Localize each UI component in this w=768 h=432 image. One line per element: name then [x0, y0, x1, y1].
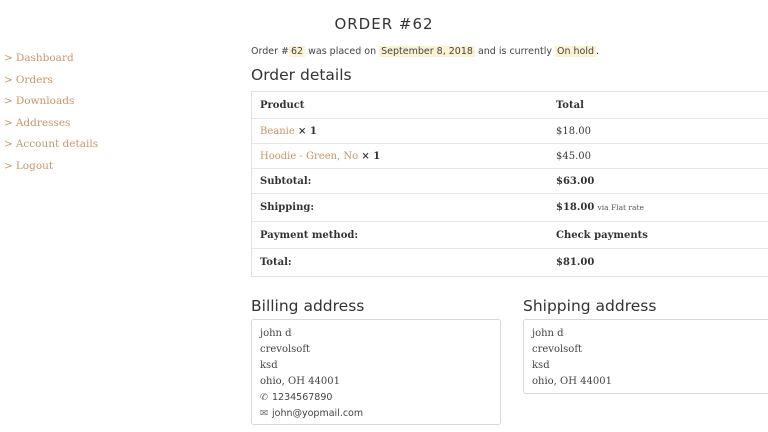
product-quantity: × 1 — [361, 150, 381, 162]
email-icon: ✉ — [260, 408, 268, 419]
payment-method-label: Payment method: — [260, 229, 359, 241]
product-quantity: × 1 — [297, 125, 317, 137]
address-line: crevolsoft — [260, 344, 311, 355]
order-status: On hold — [555, 46, 597, 57]
nav-item-addresses[interactable]: > Addresses — [4, 113, 98, 135]
total-label: Total: — [260, 257, 292, 268]
shipping-row: Shipping: $18.00 via Flat rate — [252, 194, 768, 222]
email-address: john@yopmail.com — [272, 408, 364, 419]
billing-email: ✉ john@yopmail.com — [260, 406, 492, 422]
table-row: Hoodie - Green, No × 1 $45.00 — [252, 144, 768, 169]
chevron-right-icon: > — [4, 138, 13, 151]
nav-item-label: Account details — [15, 138, 99, 151]
subtotal-label: Subtotal: — [260, 175, 312, 187]
chevron-right-icon: > — [4, 52, 13, 64]
line-total: $45.00 — [556, 150, 591, 162]
intro-text: was placed on — [305, 46, 380, 57]
address-line: john d — [260, 328, 292, 339]
order-details-heading: Order details — [251, 66, 352, 84]
address-line: ohio, OH 44001 — [532, 376, 612, 387]
chevron-right-icon: > — [4, 116, 13, 129]
column-header-total: Total — [556, 99, 584, 111]
billing-address-heading: Billing address — [251, 297, 365, 315]
chevron-right-icon: > — [4, 159, 13, 172]
subtotal-row: Subtotal: $63.00 — [252, 169, 768, 194]
total-row: Total: $81.00 — [252, 249, 768, 276]
address-line: ohio, OH 44001 — [260, 376, 340, 387]
shipping-method-note: via Flat rate — [597, 203, 644, 212]
nav-item-label: Downloads — [15, 95, 75, 108]
shipping-cell: $18.00 via Flat rate — [548, 202, 768, 213]
nav-item-orders[interactable]: > Orders — [4, 70, 98, 92]
chevron-right-icon: > — [4, 95, 13, 108]
payment-method-value: Check payments — [556, 229, 648, 241]
product-link-beanie[interactable]: Beanie — [260, 126, 295, 137]
address-line: john d — [532, 328, 564, 339]
product-cell: Beanie × 1 — [252, 126, 548, 137]
order-number: 62 — [288, 46, 306, 57]
nav-item-dashboard[interactable]: > Dashboard — [4, 48, 98, 70]
nav-item-label: Dashboard — [15, 52, 74, 64]
address-line: crevolsoft — [532, 344, 583, 355]
line-total: $18.00 — [556, 125, 591, 137]
product-link-hoodie[interactable]: Hoodie - Green, No — [260, 151, 358, 162]
order-date: September 8, 2018 — [379, 46, 475, 57]
nav-item-label: Orders — [15, 73, 53, 86]
subtotal-value: $63.00 — [556, 175, 595, 187]
table-row: Beanie × 1 $18.00 — [252, 119, 768, 144]
nav-item-label: Logout — [15, 159, 54, 172]
payment-method-row: Payment method: Check payments — [252, 222, 768, 249]
page-title: ORDER #62 — [334, 15, 434, 33]
product-cell: Hoodie - Green, No × 1 — [252, 151, 548, 162]
table-header-row: Product Total — [252, 92, 768, 119]
shipping-address-heading: Shipping address — [523, 297, 657, 315]
address-line: ksd — [260, 360, 278, 371]
column-header-product: Product — [260, 99, 305, 111]
order-intro-text: Order #62 was placed on September 8, 201… — [251, 46, 599, 57]
account-navigation: > Dashboard > Orders > Downloads > Addresses… — [4, 48, 98, 178]
intro-suffix: . — [596, 46, 600, 57]
shipping-value: $18.00 — [556, 202, 595, 213]
nav-item-label: Addresses — [15, 116, 71, 129]
address-line: ksd — [532, 360, 550, 371]
chevron-right-icon: > — [4, 73, 13, 86]
billing-address-box: john d crevolsoft ksd ohio, OH 44001 ✆ 12… — [251, 319, 501, 425]
intro-prefix: Order # — [251, 46, 289, 57]
nav-item-logout[interactable]: > Logout — [4, 156, 98, 178]
phone-number: 1234567890 — [272, 392, 333, 403]
phone-icon: ✆ — [260, 392, 268, 403]
nav-item-downloads[interactable]: > Downloads — [4, 91, 98, 113]
order-details-table: Product Total Beanie × 1 $18.00 Hoodie -… — [251, 91, 768, 277]
total-value: $81.00 — [556, 257, 595, 268]
nav-item-account-details[interactable]: > Account details — [4, 134, 98, 156]
shipping-label: Shipping: — [260, 202, 315, 213]
billing-phone: ✆ 1234567890 — [260, 390, 492, 406]
shipping-address-box: john d crevolsoft ksd ohio, OH 44001 — [523, 319, 768, 394]
intro-text: and is currently — [474, 46, 555, 57]
